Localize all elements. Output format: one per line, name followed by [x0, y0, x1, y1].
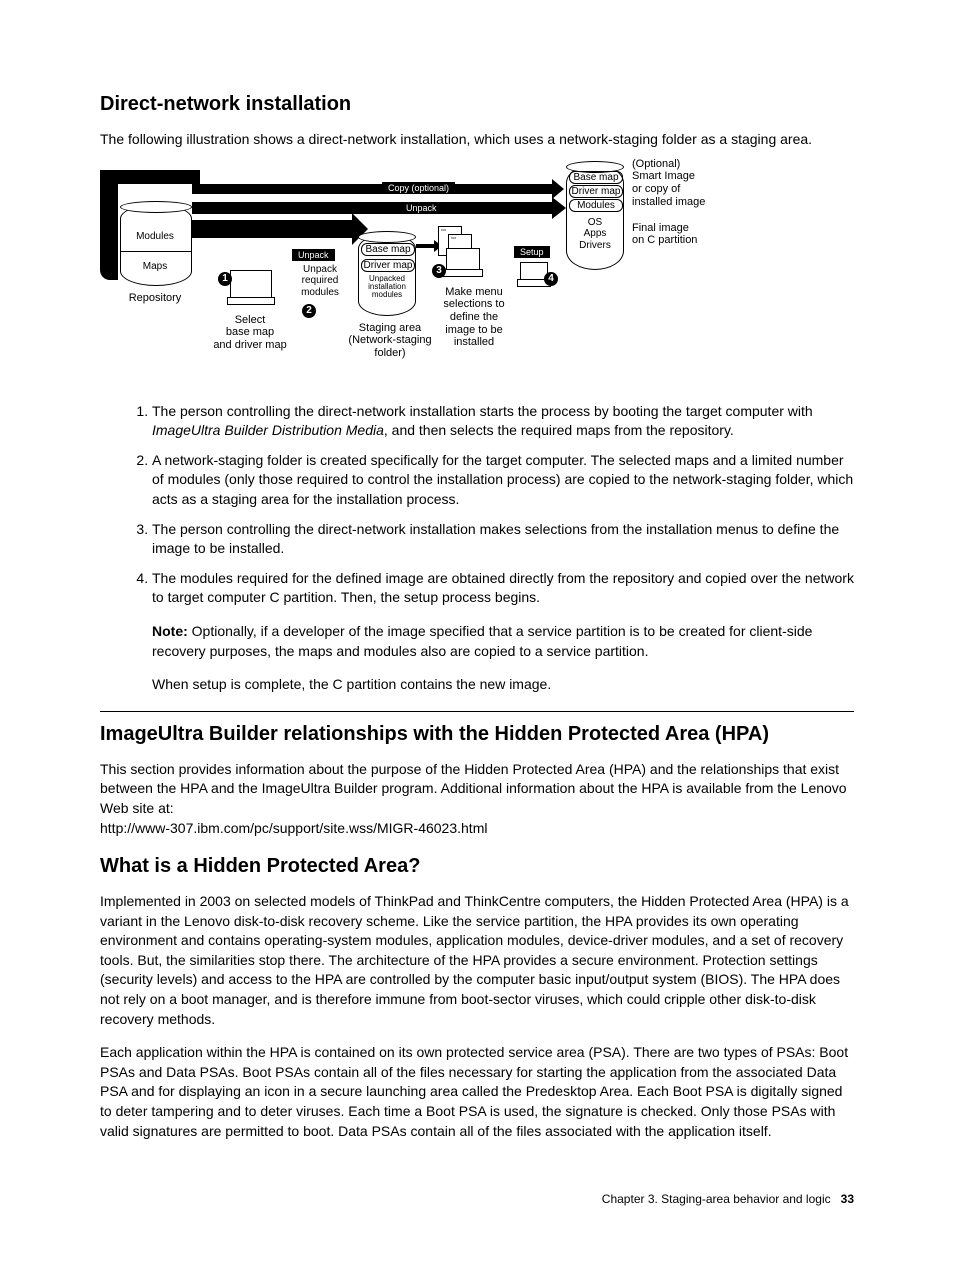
step3-caption: Make menu selections to define the image… [434, 286, 514, 349]
target-mods: Modules [569, 199, 623, 213]
unpack-arrow-label: Unpack [400, 202, 443, 214]
step3-laptop [446, 248, 480, 272]
repo-maps-label: Maps [125, 261, 185, 273]
repository-cylinder: Modules Maps [120, 204, 192, 286]
note-label: Note: [152, 623, 188, 639]
staging-caption: Staging area (Network-staging folder) [340, 322, 440, 360]
repo-modules-label: Modules [125, 231, 185, 243]
page-footer: Chapter 3. Staging-area behavior and log… [100, 1191, 854, 1208]
staging-mods: Unpacked installation modules [361, 275, 413, 299]
step-1: The person controlling the direct-networ… [152, 402, 854, 441]
setup-box: Setup [514, 246, 550, 258]
diagram-container: Modules Maps Repository 1 Select base ma… [100, 164, 854, 384]
staging-driver: Driver map [361, 259, 415, 273]
section2-url: http://www-307.ibm.com/pc/support/site.w… [100, 820, 487, 836]
section-divider-1 [100, 711, 854, 712]
footer-chapter: Chapter 3. Staging-area behavior and log… [602, 1192, 831, 1206]
optional-caption: (Optional) Smart Image or copy of instal… [632, 158, 712, 209]
footer-page-number: 33 [841, 1192, 854, 1206]
step1-laptop [230, 270, 272, 300]
after-note: When setup is complete, the C partition … [152, 675, 854, 695]
section2-heading: ImageUltra Builder relationships with th… [100, 720, 854, 748]
step-3: The person controlling the direct-networ… [152, 520, 854, 559]
section1-heading: Direct-network installation [100, 90, 854, 118]
step1-caption: Select base map and driver map [200, 314, 300, 352]
unpack-box: Unpack [292, 249, 335, 261]
step-4: The modules required for the defined ima… [152, 569, 854, 695]
final-caption: Final image on C partition [632, 222, 712, 247]
section2-para: This section provides information about … [100, 760, 854, 838]
target-os: OS Apps Drivers [569, 217, 621, 252]
step2-sub: Unpack required modules [290, 264, 350, 299]
direct-network-diagram: Modules Maps Repository 1 Select base ma… [100, 164, 694, 384]
note-paragraph: Note: Optionally, if a developer of the … [152, 622, 854, 661]
staging-cylinder: Base map Driver map Unpacked installatio… [358, 234, 416, 316]
step2-number: 2 [302, 304, 316, 318]
repository-caption: Repository [120, 292, 190, 305]
section3-para1: Implemented in 2003 on selected models o… [100, 892, 854, 1029]
section3-heading: What is a Hidden Protected Area? [100, 852, 854, 880]
steps-list: The person controlling the direct-networ… [124, 402, 854, 695]
step4-number: 4 [544, 272, 558, 286]
step3-number: 3 [432, 264, 446, 278]
target-driver: Driver map [569, 185, 623, 199]
target-cylinder: Base map Driver map Modules OS Apps Driv… [566, 164, 624, 270]
section3-para2: Each application within the HPA is conta… [100, 1043, 854, 1141]
target-base: Base map [569, 171, 623, 185]
step1-number: 1 [218, 272, 232, 286]
copy-optional-label: Copy (optional) [382, 182, 455, 194]
section1-intro: The following illustration shows a direc… [100, 130, 854, 150]
note-text: Optionally, if a developer of the image … [152, 623, 812, 659]
step-2: A network-staging folder is created spec… [152, 451, 854, 510]
staging-base: Base map [361, 243, 415, 257]
